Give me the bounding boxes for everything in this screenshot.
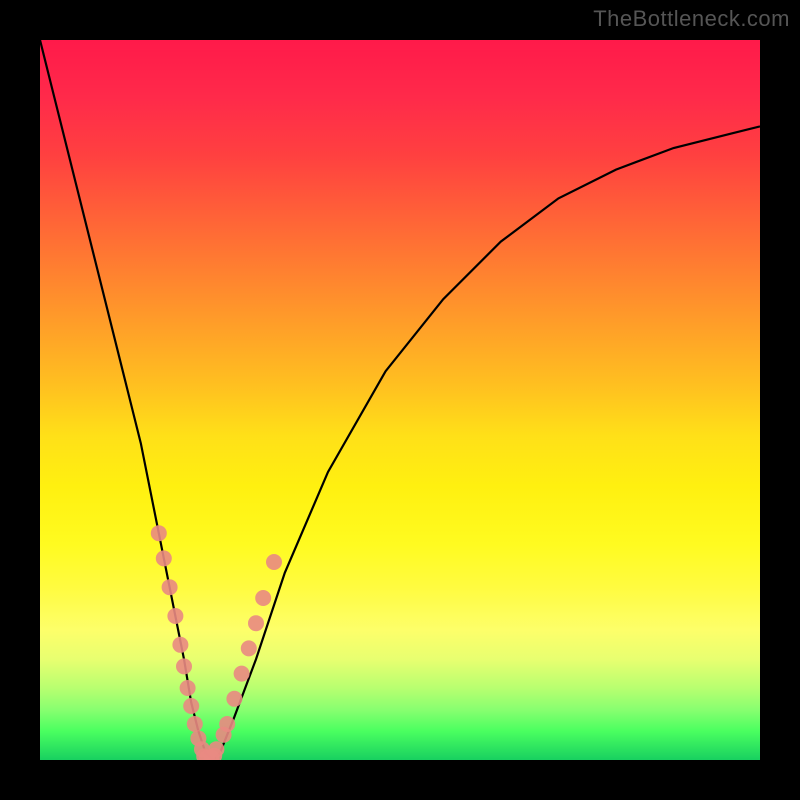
data-point <box>266 554 282 570</box>
bottleneck-curve-line <box>40 40 760 760</box>
data-point <box>187 716 203 732</box>
data-point <box>226 691 242 707</box>
chart-svg <box>40 40 760 760</box>
canvas-frame: TheBottleneck.com <box>0 0 800 800</box>
data-point <box>241 640 257 656</box>
data-point <box>172 637 188 653</box>
data-point <box>234 666 250 682</box>
watermark-text: TheBottleneck.com <box>593 6 790 32</box>
data-point <box>248 615 264 631</box>
data-point <box>151 525 167 541</box>
data-point <box>162 579 178 595</box>
data-point <box>167 608 183 624</box>
data-point <box>180 680 196 696</box>
data-point <box>183 698 199 714</box>
data-point <box>176 658 192 674</box>
plot-area <box>40 40 760 760</box>
data-point <box>255 590 271 606</box>
data-point <box>156 550 172 566</box>
data-point <box>219 716 235 732</box>
